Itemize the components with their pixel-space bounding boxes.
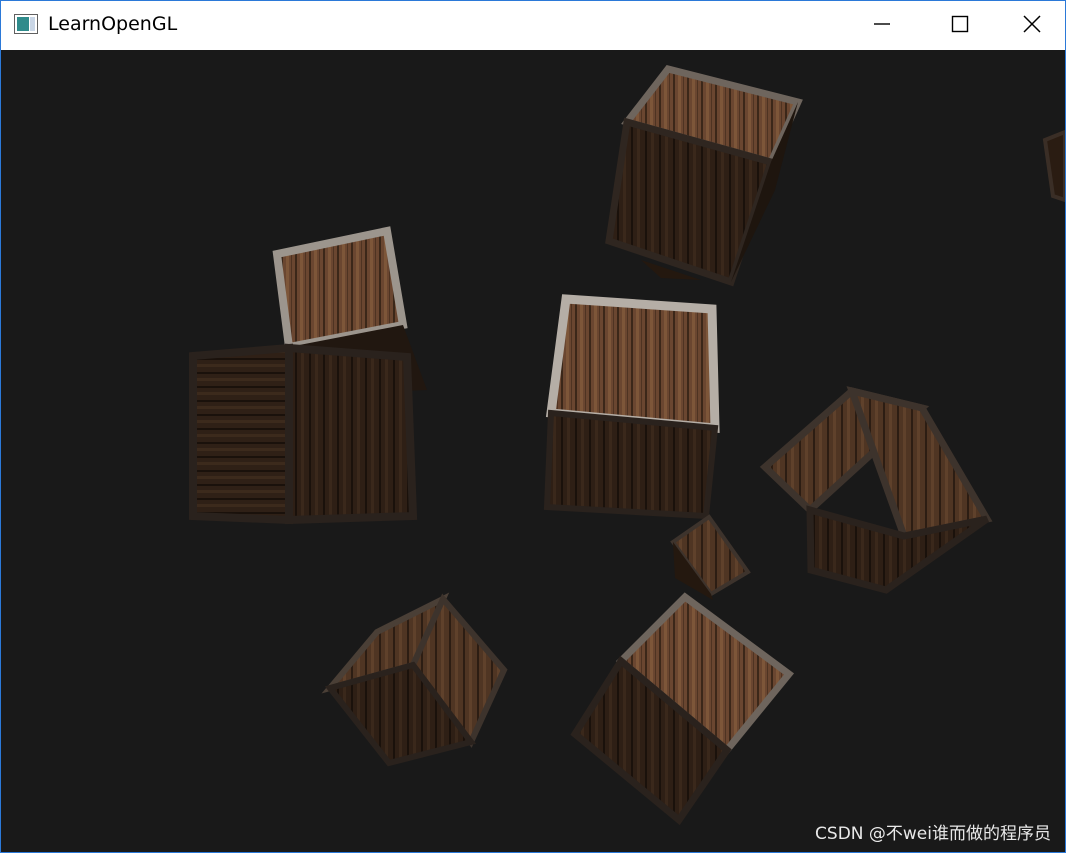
minimize-icon (873, 15, 891, 37)
watermark-text: CSDN @不wei谁而做的程序员 (815, 824, 1051, 844)
crate-large-left (189, 343, 418, 525)
maximize-icon (951, 15, 969, 37)
crate-bottom-center (570, 592, 795, 826)
close-button[interactable] (999, 1, 1065, 50)
title-bar[interactable]: LearnOpenGL (1, 1, 1065, 50)
crate-top-center (605, 65, 803, 287)
opengl-app-icon (14, 14, 38, 34)
crate-scene (189, 65, 1065, 826)
window-title: LearnOpenGL (48, 13, 178, 35)
app-window: LearnOpenGL CSDN @不wei谁而做的程序员 (0, 0, 1066, 853)
crate-bottom-left (321, 592, 508, 767)
minimize-button[interactable] (843, 1, 921, 50)
close-icon (1022, 14, 1042, 38)
maximize-button[interactable] (921, 1, 999, 50)
opengl-viewport[interactable]: CSDN @不wei谁而做的程序员 (1, 50, 1065, 852)
crate-center (543, 294, 720, 520)
crate-right (759, 386, 993, 594)
crate-small (670, 514, 751, 600)
crate-edge (1042, 129, 1065, 203)
